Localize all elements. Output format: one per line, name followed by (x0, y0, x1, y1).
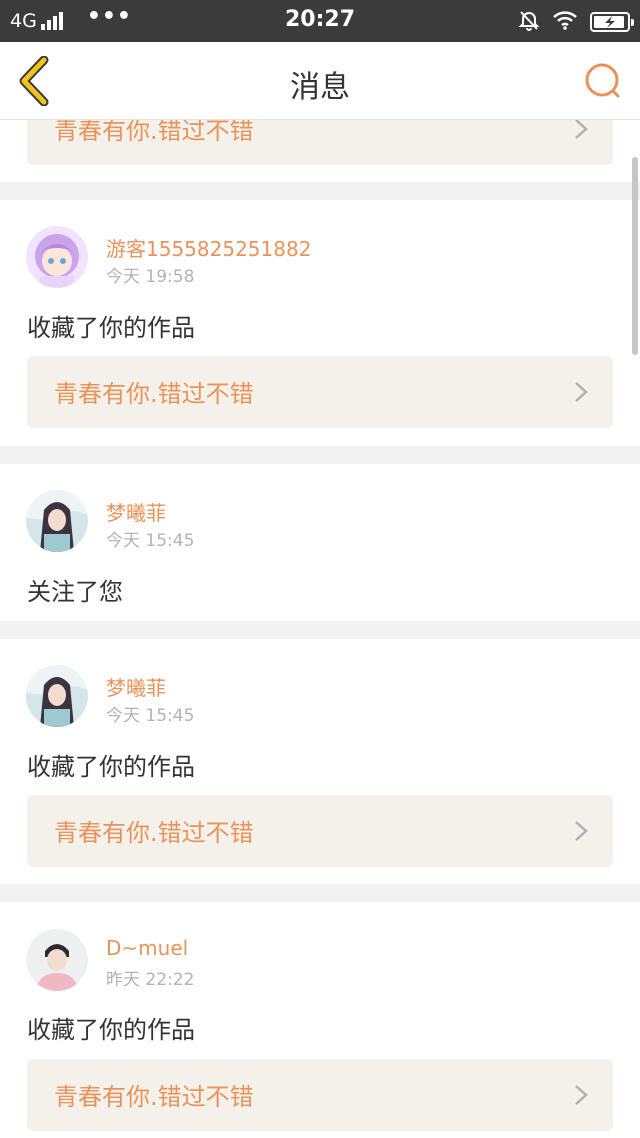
message-card: 梦曦菲 今天 15:45 收藏了你的作品 青春有你.错过不错 (0, 639, 640, 884)
chevron-right-icon (575, 382, 588, 402)
status-right (518, 9, 634, 35)
work-title: 青春有你.错过不错 (54, 120, 254, 145)
message-card: D~muel 昨天 22:22 收藏了你的作品 青春有你.错过不错 (0, 902, 640, 1138)
nav-bar: 消息 (0, 42, 640, 120)
message-card: 青春有你.错过不错 (0, 120, 640, 182)
avatar[interactable] (26, 929, 88, 991)
username[interactable]: 梦曦菲 (106, 497, 166, 526)
message-card: 梦曦菲 今天 15:45 关注了您 (0, 464, 640, 621)
timestamp: 今天 15:45 (106, 531, 195, 551)
work-title: 青春有你.错过不错 (54, 819, 254, 847)
bell-off-icon (518, 9, 540, 35)
avatar[interactable] (26, 665, 88, 727)
action-text: 关注了您 (27, 578, 123, 606)
message-card: 游客1555825251882 今天 19:58 收藏了你的作品 青春有你.错过… (0, 200, 640, 446)
search-icon (585, 63, 620, 98)
status-bar: 4G ••• 20:27 (0, 0, 640, 42)
username[interactable]: 梦曦菲 (106, 672, 166, 701)
username[interactable]: D~muel (106, 936, 188, 960)
wifi-icon (552, 10, 578, 34)
work-title: 青春有你.错过不错 (54, 1083, 254, 1111)
work-link[interactable]: 青春有你.错过不错 (27, 1059, 613, 1131)
timestamp: 今天 19:58 (106, 267, 195, 287)
avatar[interactable] (26, 490, 88, 552)
action-text: 收藏了你的作品 (27, 753, 195, 781)
search-button[interactable] (582, 60, 624, 102)
action-text: 收藏了你的作品 (27, 1016, 195, 1044)
action-text: 收藏了你的作品 (27, 314, 195, 342)
chevron-right-icon (575, 821, 588, 841)
avatar[interactable] (26, 226, 88, 288)
battery-charging-icon (590, 12, 634, 32)
chevron-right-icon (575, 120, 588, 139)
timestamp: 今天 15:45 (106, 706, 195, 726)
work-title: 青春有你.错过不错 (54, 380, 254, 408)
username[interactable]: 游客1555825251882 (106, 233, 311, 262)
timestamp: 昨天 22:22 (106, 970, 195, 990)
message-feed[interactable]: 青春有你.错过不错 游客1555825251882 今天 19:58 收藏了你的… (0, 120, 640, 1138)
work-link[interactable]: 青春有你.错过不错 (27, 356, 613, 428)
chevron-right-icon (575, 1085, 588, 1105)
work-link[interactable]: 青春有你.错过不错 (27, 120, 613, 165)
scrollbar[interactable] (632, 157, 638, 355)
work-link[interactable]: 青春有你.错过不错 (27, 795, 613, 867)
page-title: 消息 (290, 70, 350, 105)
